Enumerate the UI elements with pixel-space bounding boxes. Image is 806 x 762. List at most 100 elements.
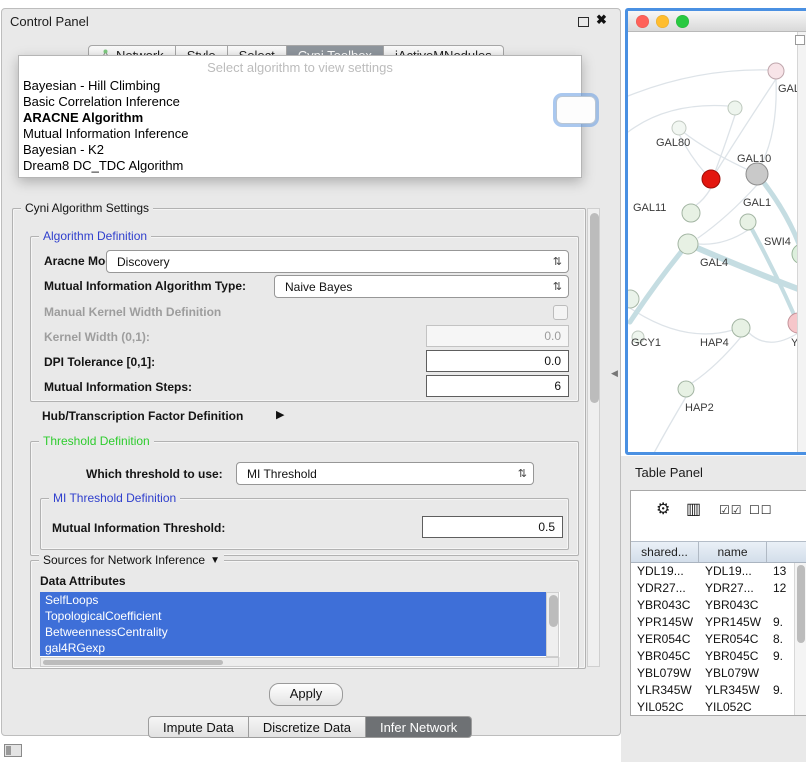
attribute-item-gal4rgexp[interactable]: gal4RGexp [40, 640, 550, 656]
combo-arrows-icon: ⇅ [518, 467, 527, 480]
table-row[interactable]: YBR045CYBR045C9. [631, 648, 806, 665]
dpi-tolerance-label: DPI Tolerance [0,1]: [44, 355, 155, 369]
network-node[interactable] [628, 290, 639, 308]
network-node[interactable] [746, 163, 768, 185]
table-cell: YER054C [699, 631, 767, 648]
algorithm-option-mutual-information-inference[interactable]: Mutual Information Inference [19, 126, 581, 142]
mi-type-label: Mutual Information Algorithm Type: [44, 279, 246, 293]
minimize-traffic-icon[interactable] [656, 15, 669, 28]
data-attributes-list[interactable]: SelfLoopsTopologicalCoefficientBetweenne… [40, 592, 560, 657]
mi-type-select[interactable]: Naive Bayes ⇅ [274, 275, 569, 298]
network-edge[interactable] [695, 188, 711, 206]
column-header-col2[interactable] [767, 542, 806, 562]
algorithm-option-bayesian-hill-climbing[interactable]: Bayesian - Hill Climbing [19, 78, 581, 94]
attributes-hscrollbar-thumb[interactable] [43, 660, 223, 665]
table-row[interactable]: YDL19...YDL19...13 [631, 563, 806, 580]
manual-kernel-label: Manual Kernel Width Definition [44, 305, 221, 319]
network-edge[interactable] [630, 246, 686, 322]
aracne-mode-select[interactable]: Discovery ⇅ [106, 250, 569, 273]
table-row[interactable]: YPR145WYPR145W9. [631, 614, 806, 631]
kernel-width-field[interactable]: 0.0 [426, 325, 569, 347]
network-node[interactable] [740, 214, 756, 230]
dpi-tolerance-field[interactable]: 0.0 [426, 350, 569, 372]
algorithm-option-aracne-algorithm[interactable]: ARACNE Algorithm [19, 110, 581, 126]
bottom-tab-impute-data[interactable]: Impute Data [148, 716, 249, 738]
network-edge[interactable] [628, 70, 770, 96]
focused-settings-button[interactable] [556, 96, 596, 124]
network-edge[interactable] [654, 397, 686, 452]
table-row[interactable]: YBR043CYBR043C [631, 597, 806, 614]
algorithm-definition-title: Algorithm Definition [39, 229, 151, 243]
kernel-width-label: Kernel Width (0,1): [44, 330, 150, 344]
table-row[interactable]: YLR345WYLR345W9. [631, 682, 806, 699]
mi-steps-field[interactable]: 6 [426, 375, 569, 397]
attributes-vscrollbar[interactable] [546, 592, 559, 657]
network-edge[interactable] [630, 308, 733, 334]
node-label-hap2: HAP2 [685, 402, 714, 414]
maximize-traffic-icon[interactable] [676, 15, 689, 28]
attributes-vscrollbar-thumb[interactable] [549, 595, 558, 627]
network-graph[interactable]: GAL80GAL10GAL11GAL1SWI4GAL4GCY1HAP4HAP2G… [628, 32, 806, 452]
collapse-down-icon[interactable]: ▼ [210, 555, 220, 566]
network-node[interactable] [678, 381, 694, 397]
hub-definition-label[interactable]: Hub/Transcription Factor Definition [42, 409, 243, 423]
network-vscrollbar[interactable] [797, 32, 806, 452]
threshold-definition-title: Threshold Definition [39, 434, 154, 448]
network-node[interactable] [702, 170, 720, 188]
which-threshold-value: MI Threshold [247, 467, 317, 481]
node-label-hap4: HAP4 [700, 337, 729, 349]
table-cell: YDL19... [699, 563, 767, 580]
table-cell: YLR345W [631, 682, 699, 699]
birdseye-toggle-icon[interactable] [795, 35, 805, 45]
table-row[interactable]: YER054CYER054C8. [631, 631, 806, 648]
manual-kernel-checkbox[interactable] [553, 305, 568, 320]
network-canvas[interactable]: GAL80GAL10GAL11GAL1SWI4GAL4GCY1HAP4HAP2G… [628, 32, 806, 452]
table-vscrollbar-thumb[interactable] [797, 565, 805, 643]
network-node[interactable] [672, 121, 686, 135]
control-panel-titlebar: Control Panel ✖ [2, 9, 620, 33]
sources-title: Sources for Network Inference [43, 553, 205, 567]
table-cell: YBR043C [631, 597, 699, 614]
float-window-icon[interactable] [578, 17, 589, 27]
attribute-item-selfloops[interactable]: SelfLoops [40, 592, 550, 608]
attributes-hscrollbar[interactable] [40, 657, 559, 667]
close-traffic-icon[interactable] [636, 15, 649, 28]
close-icon[interactable]: ✖ [596, 12, 607, 28]
column-header-name[interactable]: name [699, 542, 767, 562]
which-threshold-select[interactable]: MI Threshold ⇅ [236, 462, 534, 485]
table-row[interactable]: YDR27...YDR27...12 [631, 580, 806, 597]
combo-arrows-icon: ⇅ [553, 280, 562, 293]
gear-icon[interactable]: ⚙ [656, 499, 671, 519]
network-node[interactable] [732, 319, 750, 337]
algorithm-option-dream8-dc-tdc-algorithm[interactable]: Dream8 DC_TDC Algorithm [19, 158, 581, 174]
select-all-icon[interactable]: ☑☑ [719, 503, 743, 517]
expand-right-icon[interactable]: ▶ [276, 408, 284, 421]
settings-scrollbar[interactable] [587, 208, 600, 667]
algorithm-option-basic-correlation-inference[interactable]: Basic Correlation Inference [19, 94, 581, 110]
apply-button[interactable]: Apply [269, 683, 343, 706]
table-row[interactable]: YBL079WYBL079W [631, 665, 806, 682]
docked-panel-icon[interactable] [4, 744, 22, 757]
network-edge[interactable] [715, 115, 735, 172]
table-vscrollbar[interactable] [794, 563, 806, 715]
splitpane-collapse-icon[interactable]: ◀ [611, 368, 618, 379]
bottom-tab-discretize-data[interactable]: Discretize Data [249, 716, 366, 738]
mi-threshold-field[interactable]: 0.5 [422, 516, 563, 538]
deselect-all-icon[interactable]: ☐☐ [749, 503, 773, 517]
algorithm-option-bayesian-k2[interactable]: Bayesian - K2 [19, 142, 581, 158]
network-node[interactable] [682, 204, 700, 222]
network-node[interactable] [728, 101, 742, 115]
attribute-item-betweennesscentrality[interactable]: BetweennessCentrality [40, 624, 550, 640]
bottom-tab-bar: Impute DataDiscretize DataInfer Network [148, 716, 472, 738]
table-row[interactable]: YIL052CYIL052C [631, 699, 806, 715]
column-header-shared[interactable]: shared... [631, 542, 699, 562]
network-view-window[interactable]: GAL80GAL10GAL11GAL1SWI4GAL4GCY1HAP4HAP2G… [625, 8, 806, 455]
network-node[interactable] [768, 63, 784, 79]
network-window-titlebar [628, 11, 806, 32]
bottom-tab-infer-network[interactable]: Infer Network [366, 716, 472, 738]
network-node[interactable] [678, 234, 698, 254]
settings-scrollbar-thumb[interactable] [590, 213, 599, 403]
column-view-icon[interactable]: ▥ [686, 499, 702, 519]
node-label-gal80: GAL80 [656, 137, 690, 149]
attribute-item-topologicalcoefficient[interactable]: TopologicalCoefficient [40, 608, 550, 624]
